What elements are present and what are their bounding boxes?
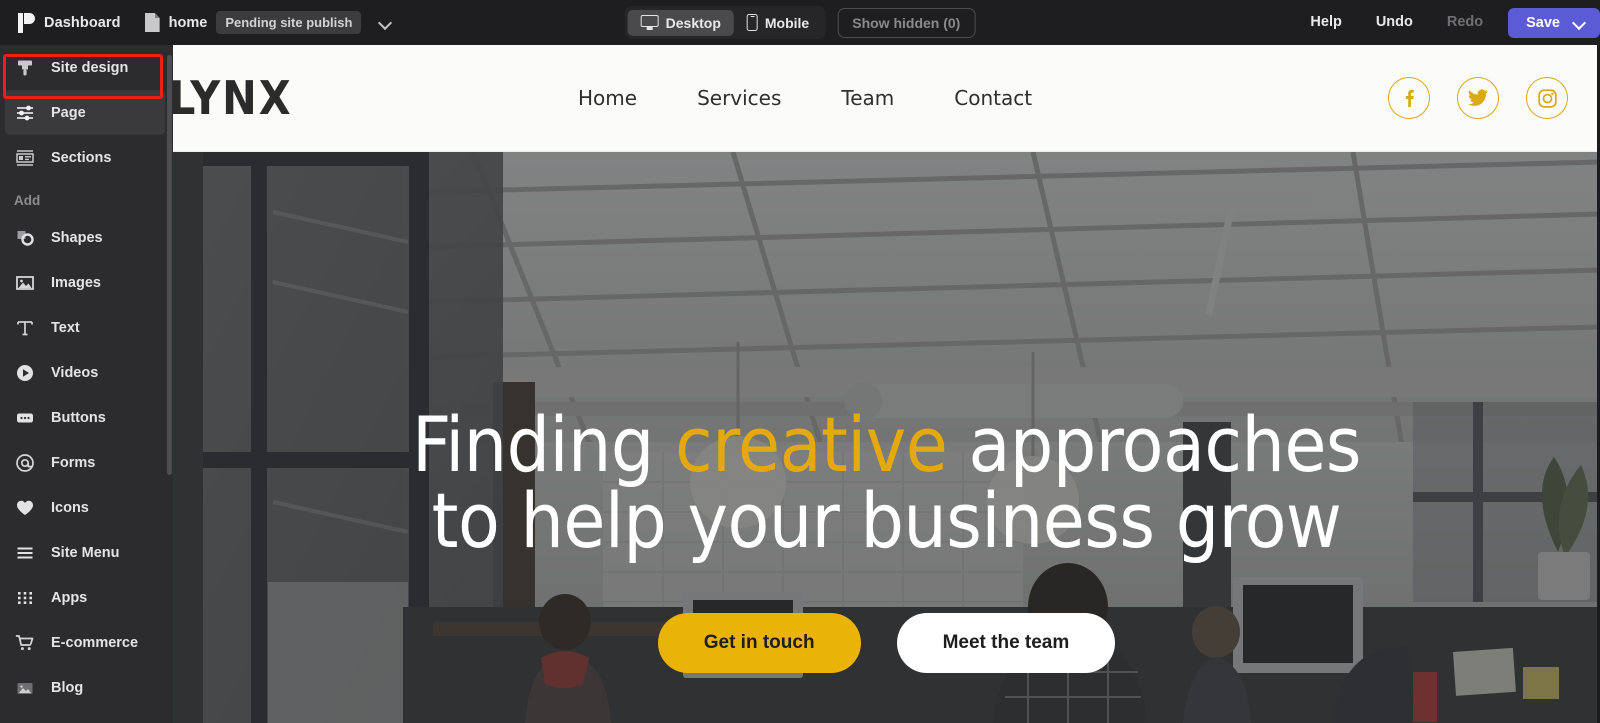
sidebar-label: Site Menu [51, 544, 120, 561]
sidebar-item-sections[interactable]: Sections [0, 135, 173, 180]
sidebar-item-videos[interactable]: Videos [0, 350, 173, 395]
site-canvas: LYNX Home Services Team Contact Finding … [173, 45, 1600, 723]
site-header: LYNX Home Services Team Contact [173, 45, 1600, 152]
toolbar-right-group: Help Undo Redo Save [1293, 0, 1600, 45]
current-page-name: home [168, 14, 208, 31]
chevron-down-icon[interactable] [1574, 17, 1586, 29]
play-circle-icon [14, 362, 36, 384]
nav-link-contact[interactable]: Contact [954, 86, 1032, 110]
device-desktop-button[interactable]: Desktop [627, 9, 734, 36]
grid-dots-icon [14, 587, 36, 609]
desktop-icon [640, 15, 659, 30]
sidebar-item-icons[interactable]: Icons [0, 485, 173, 530]
nav-link-services[interactable]: Services [697, 86, 781, 110]
sidebar-item-text[interactable]: Text [0, 305, 173, 350]
device-mobile-label: Mobile [764, 14, 810, 31]
text-t-icon [14, 317, 36, 339]
image-icon [14, 272, 36, 294]
mobile-icon [746, 14, 758, 31]
redo-button[interactable]: Redo [1430, 0, 1500, 45]
sidebar-scrollbar[interactable] [167, 45, 173, 723]
device-toggle-group: Desktop Mobile [624, 6, 826, 39]
builder-app: Dashboard home Pending site publish Desk… [0, 0, 1600, 723]
page-selector[interactable]: home Pending site publish [137, 11, 393, 34]
sidebar-label: Apps [51, 589, 88, 606]
sidebar-item-apps[interactable]: Apps [0, 575, 173, 620]
save-button[interactable]: Save [1508, 7, 1600, 38]
sidebar-item-site-menu[interactable]: Site Menu [0, 530, 173, 575]
sidebar-label: Icons [51, 499, 89, 516]
device-switcher: Desktop Mobile Show hidden (0) [624, 6, 976, 39]
button-icon [14, 407, 36, 429]
sidebar-label: Page [51, 104, 86, 121]
image-icon [14, 677, 36, 699]
undo-button[interactable]: Undo [1359, 0, 1430, 45]
sidebar-section-heading-add: Add [14, 193, 41, 208]
sections-layout-icon [14, 147, 36, 169]
publish-status-badge: Pending site publish [216, 11, 362, 34]
hero-heading-line-2: to help your business grow [431, 476, 1342, 565]
sidebar-item-ecommerce[interactable]: E-commerce [0, 620, 173, 665]
sidebar-label: Images [51, 274, 101, 291]
toolbar-left-group: Dashboard home Pending site publish [0, 0, 392, 45]
instagram-icon[interactable] [1526, 77, 1568, 119]
left-sidebar: Site design Page Sections Add Shapes Ima… [0, 45, 173, 723]
sidebar-label: E-commerce [51, 634, 139, 651]
sidebar-label: Forms [51, 454, 96, 471]
nav-link-home[interactable]: Home [578, 86, 637, 110]
heart-icon [14, 497, 36, 519]
meet-the-team-button[interactable]: Meet the team [896, 613, 1116, 673]
sidebar-item-images[interactable]: Images [0, 260, 173, 305]
hero-heading: Finding creative approaches to help your… [173, 407, 1600, 559]
sidebar-item-blog[interactable]: Blog [0, 665, 173, 710]
chevron-down-icon[interactable] [379, 16, 392, 29]
sidebar-label: Sections [51, 149, 112, 166]
save-label: Save [1526, 14, 1560, 31]
help-button[interactable]: Help [1293, 0, 1358, 45]
show-hidden-button[interactable]: Show hidden (0) [837, 7, 976, 38]
shapes-icon [14, 227, 36, 249]
sidebar-item-page[interactable]: Page [5, 90, 165, 135]
shopping-cart-icon [14, 632, 36, 654]
sidebar-item-forms[interactable]: Forms [0, 440, 173, 485]
sidebar-label: Videos [51, 364, 99, 381]
sidebar-item-buttons[interactable]: Buttons [0, 395, 173, 440]
device-mobile-button[interactable]: Mobile [734, 9, 822, 36]
site-navigation: Home Services Team Contact [578, 86, 1032, 110]
sidebar-item-shapes[interactable]: Shapes [0, 215, 173, 260]
sidebar-label: Buttons [51, 409, 106, 426]
social-links [1388, 77, 1568, 119]
dashboard-logo-icon [18, 12, 35, 33]
sidebar-label: Blog [51, 679, 84, 696]
get-in-touch-button[interactable]: Get in touch [657, 613, 861, 673]
hero-buttons: Get in touch Meet the team [173, 613, 1600, 673]
hero-section: Finding creative approaches to help your… [173, 152, 1600, 723]
hero-heading-line-1: Finding creative approaches [173, 407, 1600, 483]
sidebar-item-site-design[interactable]: Site design [0, 45, 173, 90]
sidebar-scrollbar-thumb[interactable] [167, 55, 172, 475]
device-desktop-label: Desktop [665, 14, 721, 31]
sidebar-label: Shapes [51, 229, 103, 246]
hamburger-menu-icon [14, 542, 36, 564]
sidebar-label: Text [51, 319, 80, 336]
nav-link-team[interactable]: Team [841, 86, 894, 110]
sidebar-label: Site design [51, 59, 129, 76]
document-icon [144, 13, 160, 32]
at-sign-icon [14, 452, 36, 474]
dashboard-label: Dashboard [44, 14, 121, 31]
top-toolbar: Dashboard home Pending site publish Desk… [0, 0, 1600, 45]
site-logo[interactable]: LYNX [173, 71, 293, 125]
sliders-icon [14, 102, 36, 124]
facebook-icon[interactable] [1388, 77, 1430, 119]
paint-brush-icon [14, 57, 36, 79]
twitter-icon[interactable] [1457, 77, 1499, 119]
dashboard-button[interactable]: Dashboard [0, 0, 137, 45]
hero-content: Finding creative approaches to help your… [173, 407, 1600, 673]
